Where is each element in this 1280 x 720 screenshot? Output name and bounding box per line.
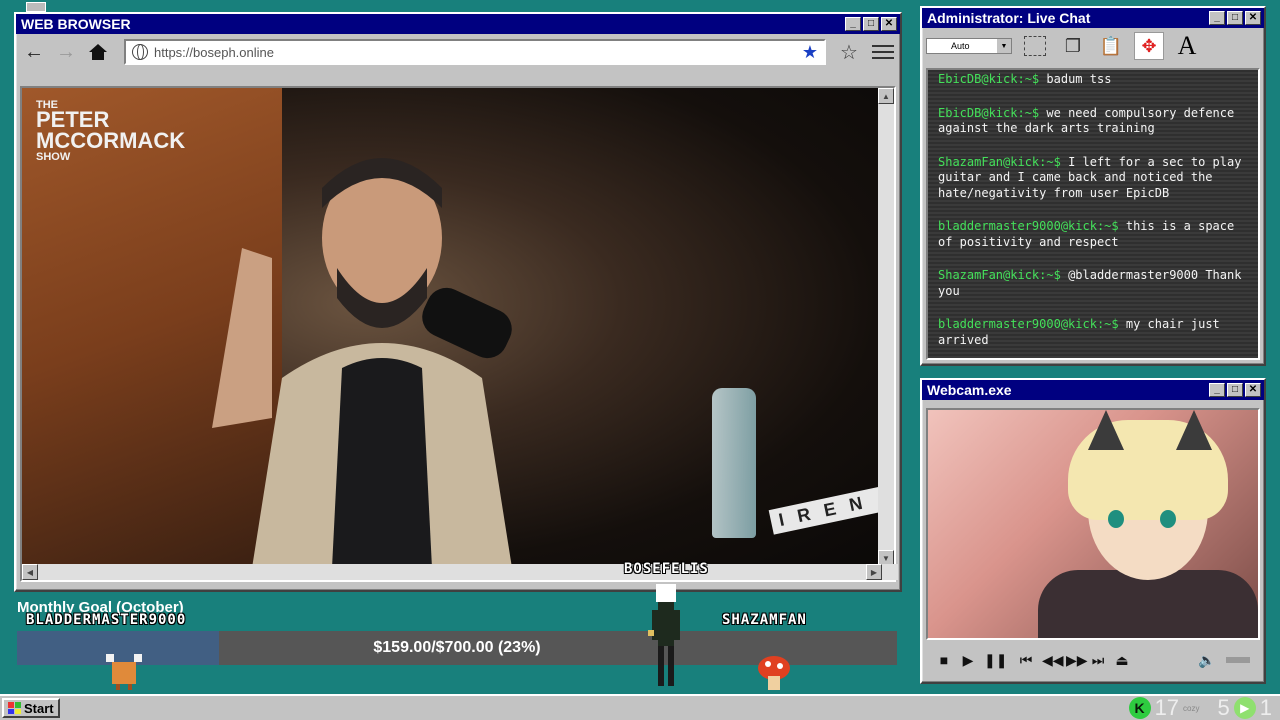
- browser-toolbar: ← → https://boseph.online ★ ☆: [16, 34, 900, 70]
- chat-message: EbicDB@kick:~$ badum tss: [938, 72, 1248, 88]
- desktop-icon[interactable]: [26, 2, 46, 12]
- globe-icon: [132, 44, 148, 60]
- kick-icon[interactable]: K: [1128, 697, 1151, 719]
- show-logo-sub: SHOW: [36, 151, 71, 164]
- maximize-button[interactable]: □: [863, 17, 879, 31]
- minimize-button[interactable]: _: [1209, 11, 1225, 25]
- webcam-view: [926, 408, 1260, 640]
- tray-count-1: 17: [1154, 695, 1180, 720]
- menu-icon[interactable]: [872, 45, 894, 59]
- tray-count-2: 5: [1217, 695, 1230, 720]
- chat-message: ShazamFan@kick:~$ @bladdermaster9000 Tha…: [938, 268, 1248, 299]
- viewer-name-center: BOSEFELIS: [624, 561, 709, 577]
- browser-viewport: THE PETER MCCORMACK SHOW IREN ▲ ▼ ◀ ▶: [20, 86, 898, 582]
- chat-window: Administrator: Live Chat _ □ ✕ Auto ▼ ❐ …: [920, 6, 1266, 366]
- horizontal-scrollbar[interactable]: ◀ ▶: [22, 564, 898, 580]
- avatar-body: [1038, 570, 1258, 638]
- close-button[interactable]: ✕: [1245, 383, 1261, 397]
- volume-slider[interactable]: [1226, 657, 1250, 663]
- tray-count-3: 1: [1259, 695, 1272, 720]
- chat-username: EbicDB@kick:~$: [938, 72, 1040, 86]
- chat-username: ShazamFan@kick:~$: [938, 154, 1061, 169]
- chat-messages: EbicDB@kick:~$ badum tss EbicDB@kick:~$ …: [926, 68, 1260, 360]
- maximize-button[interactable]: □: [1227, 11, 1243, 25]
- avatar-eye-left: [1108, 510, 1124, 528]
- chat-message: bladdermaster9000@kick:~$ my chair just …: [938, 317, 1248, 348]
- browser-window: WEB BROWSER _ □ ✕ ← → https://boseph.onl…: [14, 12, 902, 592]
- vertical-scrollbar[interactable]: ▲ ▼: [878, 88, 894, 566]
- tray-cozy-label: cozy: [1183, 703, 1200, 713]
- font-icon[interactable]: A: [1172, 31, 1202, 60]
- back-icon[interactable]: ←: [22, 40, 46, 64]
- play-icon[interactable]: ▶: [960, 652, 976, 669]
- iren-sign: IREN: [768, 486, 882, 535]
- volume-icon[interactable]: 🔈: [1198, 652, 1215, 669]
- skip-forward-icon[interactable]: ⏭: [1090, 652, 1106, 669]
- system-tray: K 17 cozy 5 ▶ 1: [1128, 695, 1272, 720]
- taskbar: Start K 17 cozy 5 ▶ 1: [0, 694, 1280, 720]
- chat-username: bladdermaster9000@kick:~$: [938, 317, 1119, 331]
- stop-icon[interactable]: ■: [936, 652, 952, 668]
- webcam-window: Webcam.exe _ □ ✕ ■ ▶ ❚❚ ⏮ ◀◀ ▶▶ ⏭ ⏏ 🔈: [920, 378, 1266, 684]
- chat-username: bladdermaster9000@kick:~$: [938, 219, 1119, 233]
- maximize-button[interactable]: □: [1227, 383, 1243, 397]
- address-bar[interactable]: https://boseph.online ★: [124, 39, 826, 65]
- chat-message: EbicDB@kick:~$ we need compulsory defenc…: [938, 106, 1248, 137]
- rewind-icon[interactable]: ◀◀: [1042, 652, 1064, 669]
- minimize-button[interactable]: _: [1209, 383, 1225, 397]
- show-logo-big: PETER MCCORMACK: [36, 107, 186, 154]
- cat-ear-left: [1088, 410, 1124, 450]
- media-controls: ■ ▶ ❚❚ ⏮ ◀◀ ▶▶ ⏭ ⏏ 🔈: [926, 644, 1260, 676]
- eject-icon[interactable]: ⏏: [1114, 652, 1130, 669]
- water-bottle: [712, 388, 756, 538]
- browser-title: WEB BROWSER: [21, 16, 131, 32]
- chat-message: ShazamFan@kick:~$ I left for a sec to pl…: [938, 155, 1248, 202]
- forward-icon[interactable]: →: [54, 40, 78, 64]
- viewer-name-left: BLADDERMASTER9000: [26, 612, 187, 628]
- paste-icon[interactable]: 📋: [1096, 32, 1126, 60]
- show-logo: THE PETER MCCORMACK SHOW: [36, 99, 186, 164]
- viewer-name-right: SHAZAMFAN: [722, 612, 807, 628]
- scroll-left-icon[interactable]: ◀: [22, 564, 38, 580]
- chat-titlebar[interactable]: Administrator: Live Chat _ □ ✕: [922, 8, 1264, 28]
- copy-icon[interactable]: ❐: [1058, 32, 1088, 60]
- cat-ear-right: [1176, 410, 1212, 450]
- webcam-title: Webcam.exe: [927, 382, 1012, 398]
- avatar-eye-right: [1160, 510, 1176, 528]
- browser-titlebar[interactable]: WEB BROWSER _ □ ✕: [16, 14, 900, 34]
- minimize-button[interactable]: _: [845, 17, 861, 31]
- close-button[interactable]: ✕: [1245, 11, 1261, 25]
- fast-forward-icon[interactable]: ▶▶: [1066, 652, 1088, 669]
- crab-sprite: [106, 654, 142, 690]
- character-sprite: [648, 584, 680, 686]
- home-icon[interactable]: [86, 40, 110, 64]
- scroll-up-icon[interactable]: ▲: [878, 88, 894, 104]
- start-button[interactable]: Start: [2, 698, 60, 718]
- video-player[interactable]: THE PETER MCCORMACK SHOW IREN: [22, 88, 882, 566]
- close-button[interactable]: ✕: [881, 17, 897, 31]
- chat-title: Administrator: Live Chat: [927, 10, 1091, 26]
- chat-username: ShazamFan@kick:~$: [938, 268, 1061, 282]
- chat-text: badum tss: [1046, 72, 1112, 86]
- chevron-down-icon[interactable]: ▼: [997, 39, 1011, 53]
- bookmark-star-icon[interactable]: ☆: [834, 40, 864, 65]
- size-select[interactable]: Auto ▼: [926, 38, 1012, 54]
- select-rect-icon[interactable]: [1020, 32, 1050, 60]
- bookmarked-star-icon[interactable]: ★: [802, 42, 818, 63]
- size-select-value: Auto: [951, 41, 970, 51]
- chat-username: EbicDB@kick:~$: [938, 105, 1040, 120]
- mushroom-sprite: [758, 656, 790, 690]
- chat-toolbar: Auto ▼ ❐ 📋 ✥ A: [922, 28, 1264, 64]
- chat-message: bladdermaster9000@kick:~$ this is a spac…: [938, 219, 1248, 250]
- url-text: https://boseph.online: [154, 44, 274, 60]
- scroll-right-icon[interactable]: ▶: [866, 564, 882, 580]
- play-circle-icon[interactable]: ▶: [1233, 697, 1256, 719]
- skip-back-icon[interactable]: ⏮: [1018, 652, 1034, 669]
- windows-logo-icon: [8, 702, 21, 714]
- start-label: Start: [24, 700, 54, 716]
- pause-icon[interactable]: ❚❚: [984, 652, 1007, 669]
- move-icon[interactable]: ✥: [1134, 32, 1164, 60]
- webcam-titlebar[interactable]: Webcam.exe _ □ ✕: [922, 380, 1264, 400]
